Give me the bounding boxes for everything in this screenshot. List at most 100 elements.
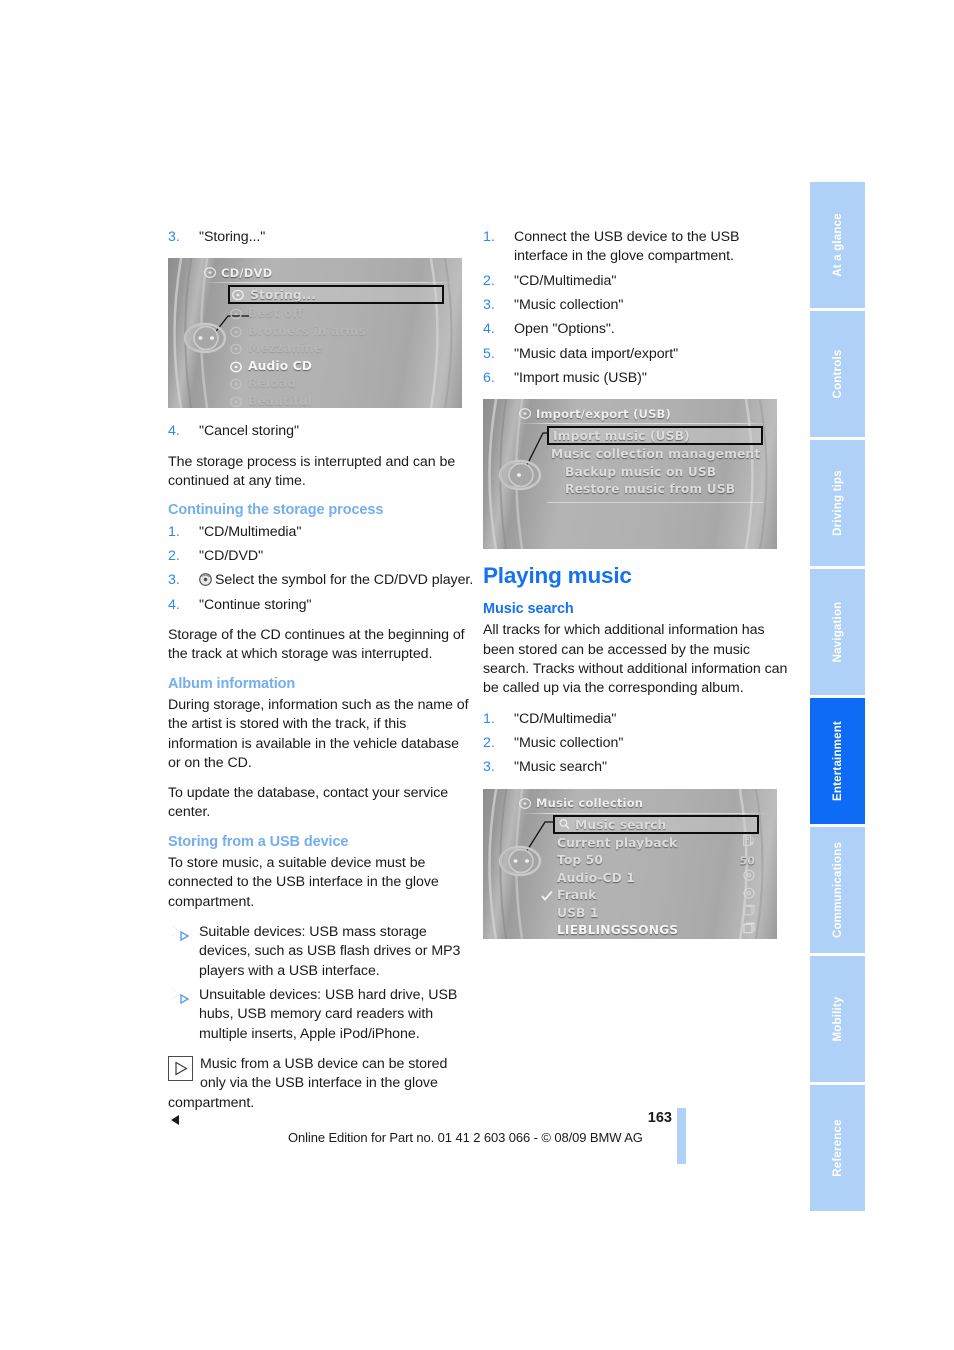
thumb-index-driving-tips[interactable]: Driving tips (810, 440, 865, 566)
step-text: "CD/Multimedia" (199, 523, 302, 540)
menu-item-label: Best off (248, 306, 304, 321)
step-text: Connect the USB device to the USB interf… (514, 229, 740, 265)
heading-music-search: Music search (483, 601, 574, 618)
menu-item-backup-music-on-usb[interactable]: Backup music on USB (547, 464, 763, 482)
menu-item-reload[interactable]: Reload (228, 375, 444, 393)
menu-item-label: Mezzanine (248, 341, 323, 356)
footer-accent-bar (677, 1108, 686, 1164)
menu-item-audio-cd[interactable]: Audio CD (228, 358, 444, 376)
menu-item-top-50[interactable]: Top 50 50 (553, 852, 759, 870)
list-item: 1. Connect the USB device to the USB int… (483, 228, 790, 267)
step-number: 2. (483, 735, 495, 752)
step-text: "Music data import/export" (514, 345, 679, 362)
step-text: Open "Options". (514, 321, 615, 338)
list-item: 2. "CD/Multimedia" (483, 272, 790, 291)
list-item: 1. "CD/Multimedia" (483, 710, 790, 729)
page-number: 163 (647, 1110, 672, 1126)
thumb-index: At a glance Controls Driving tips Naviga… (810, 182, 865, 1214)
menu-item-label: Music collection management (551, 447, 761, 462)
disc-icon (230, 396, 242, 407)
step-number: 3. (168, 229, 180, 245)
thumb-index-label: Entertainment (831, 721, 844, 801)
step-number: 3. (168, 572, 180, 589)
menu-item-label: Storing... (250, 288, 317, 303)
disc-icon (230, 308, 242, 320)
menu-item-label: LIEBLINGSSONGS (557, 923, 679, 938)
step-number: 4. (483, 321, 495, 338)
thumb-index-label: Reference (831, 1119, 844, 1177)
paragraph-storage-continues: Storage of the CD continues at the begin… (168, 626, 465, 663)
heading-playing-music: Playing music (483, 563, 632, 589)
thumb-index-mobility[interactable]: Mobility (810, 956, 865, 1082)
note-block: Music from a USB device can be stored on… (168, 1055, 475, 1132)
disc-icon (230, 361, 242, 372)
triangle-bullet-icon (172, 989, 189, 1005)
thumb-index-navigation[interactable]: Navigation (810, 569, 865, 695)
paragraph-album-1: During storage, information such as the … (168, 696, 469, 771)
menu-item-import-music-usb[interactable]: Import music (USB) (547, 426, 763, 446)
step-text: "Cancel storing" (199, 423, 299, 440)
menu-item-label: Audio CD (248, 358, 313, 373)
menu-item-label: Frank (557, 888, 597, 903)
menu-item-beautiful[interactable]: Beautiful (228, 393, 444, 409)
thumb-index-controls[interactable]: Controls (810, 311, 865, 437)
menu-item-label: Reload (248, 376, 297, 391)
step-number: 2. (483, 272, 495, 289)
menu-item-label: Restore music from USB (565, 482, 736, 497)
menu-item-label: Music search (575, 817, 667, 832)
menu-list-import-export: Import music (USB) Music collection mana… (547, 426, 763, 504)
thumb-index-at-a-glance[interactable]: At a glance (810, 182, 865, 308)
step-text: "CD/Multimedia" (514, 710, 617, 727)
menu-item-storing[interactable]: Storing... (228, 285, 444, 305)
heading-continuing-storage: Continuing the storage process (168, 502, 384, 519)
menu-item-usb-1[interactable]: USB 1 (553, 905, 759, 923)
step-number: 1. (483, 229, 495, 245)
menu-item-label: Top 50 (557, 853, 603, 868)
left-column: 3. "Storing..." CD/DVD Storing... Best o… (168, 228, 475, 1132)
step-text: "Music search" (514, 759, 607, 776)
checkmark-icon (541, 890, 553, 901)
step-number: 5. (483, 345, 495, 362)
thumb-index-label: Navigation (831, 601, 844, 663)
disc-icon (743, 887, 755, 905)
menu-item-brothers-in-arms[interactable]: Brothers in arms (228, 323, 444, 341)
menu-item-current-playback[interactable]: Current playback (553, 835, 759, 853)
menu-item-audio-cd-1[interactable]: Audio-CD 1 (553, 870, 759, 888)
list-item: Suitable devices: USB mass storage devic… (168, 923, 475, 981)
menu-item-lieblingssongs[interactable]: LIEBLINGSSONGS (553, 922, 759, 939)
bullet-list-devices: Suitable devices: USB mass storage devic… (168, 923, 475, 1044)
note-triangle-icon (168, 1055, 193, 1081)
step-number: 3. (483, 759, 495, 776)
menu-item-music-collection-management[interactable]: Music collection management (547, 446, 763, 464)
menu-item-restore-music-from-usb[interactable]: Restore music from USB (547, 481, 763, 499)
end-of-note-marker (171, 1114, 179, 1125)
menu-list-cddvd: Storing... Best off Brothers in arms Mez… (228, 285, 444, 408)
menu-item-best-off[interactable]: Best off (228, 305, 444, 323)
step-number: 1. (483, 710, 495, 727)
thumb-index-label: Driving tips (831, 470, 844, 536)
menu-bottom-rule (547, 502, 763, 504)
list-item: 3. Select the symbol for the CD/DVD play… (168, 571, 475, 590)
step-number: 4. (168, 423, 180, 440)
disc-icon (230, 343, 242, 355)
magnifier-icon (559, 819, 570, 830)
thumb-index-entertainment[interactable]: Entertainment (810, 698, 865, 824)
idrive-controller-knob (183, 323, 227, 354)
thumb-index-reference[interactable]: Reference (810, 1085, 865, 1211)
paragraph-music-search: All tracks for which additional informat… (483, 622, 788, 697)
menu-item-frank[interactable]: Frank (541, 887, 759, 905)
folder-icon (743, 905, 755, 923)
folder-icon (743, 922, 755, 939)
menu-item-mezzanine[interactable]: Mezzanine (228, 340, 444, 358)
thumb-index-communications[interactable]: Communications (810, 827, 865, 953)
idrive-screenshot-import-export: Import/export (USB) Import music (USB) M… (483, 399, 777, 550)
menu-item-label: Current playback (557, 835, 678, 850)
idrive-controller-knob (498, 845, 542, 876)
note-text: Music from a USB device can be stored on… (168, 1055, 448, 1111)
manual-page: 3. "Storing..." CD/DVD Storing... Best o… (0, 0, 954, 1350)
step-text: "Music collection" (514, 735, 624, 752)
disc-icon (230, 378, 242, 390)
triangle-bullet-icon (172, 926, 189, 942)
paragraph-interrupted: The storage process is interrupted and c… (168, 453, 456, 489)
menu-item-music-search[interactable]: Music search (553, 814, 759, 834)
